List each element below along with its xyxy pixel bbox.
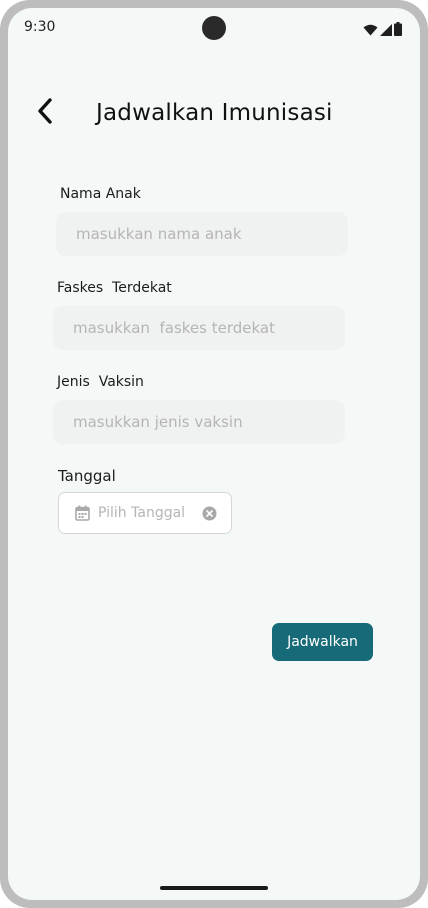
status-icons (363, 21, 402, 40)
nama-anak-placeholder: masukkan nama anak (76, 225, 242, 243)
calendar-icon (74, 505, 90, 521)
vaksin-input[interactable]: masukkan jenis vaksin (53, 400, 345, 444)
date-picker-field[interactable]: Pilih Tanggal (58, 492, 232, 534)
device-frame: 9:30 Jadwalkan Imunisasi Nama Anak masuk… (0, 0, 428, 908)
nama-anak-input[interactable]: masukkan nama anak (56, 212, 348, 256)
home-indicator[interactable] (160, 886, 268, 890)
camera-cutout (202, 16, 226, 40)
tanggal-label: Tanggal (58, 467, 116, 485)
page-title: Jadwalkan Imunisasi (96, 100, 333, 126)
jadwalkan-button[interactable]: Jadwalkan (272, 623, 373, 661)
wifi-icon (363, 21, 378, 40)
faskes-input[interactable]: masukkan faskes terdekat (53, 306, 345, 350)
back-button[interactable] (30, 98, 60, 128)
faskes-placeholder: masukkan faskes terdekat (73, 319, 275, 337)
app-screen: 9:30 Jadwalkan Imunisasi Nama Anak masuk… (8, 8, 420, 900)
battery-icon (394, 21, 402, 40)
signal-icon (380, 21, 392, 40)
clear-date-icon[interactable] (201, 505, 217, 521)
vaksin-placeholder: masukkan jenis vaksin (73, 413, 243, 431)
chevron-left-icon (37, 98, 53, 128)
vaksin-label: Jenis Vaksin (57, 374, 144, 390)
nama-anak-label: Nama Anak (60, 186, 141, 202)
date-placeholder: Pilih Tanggal (98, 505, 186, 521)
status-time: 9:30 (24, 19, 56, 35)
faskes-label: Faskes Terdekat (57, 280, 172, 296)
